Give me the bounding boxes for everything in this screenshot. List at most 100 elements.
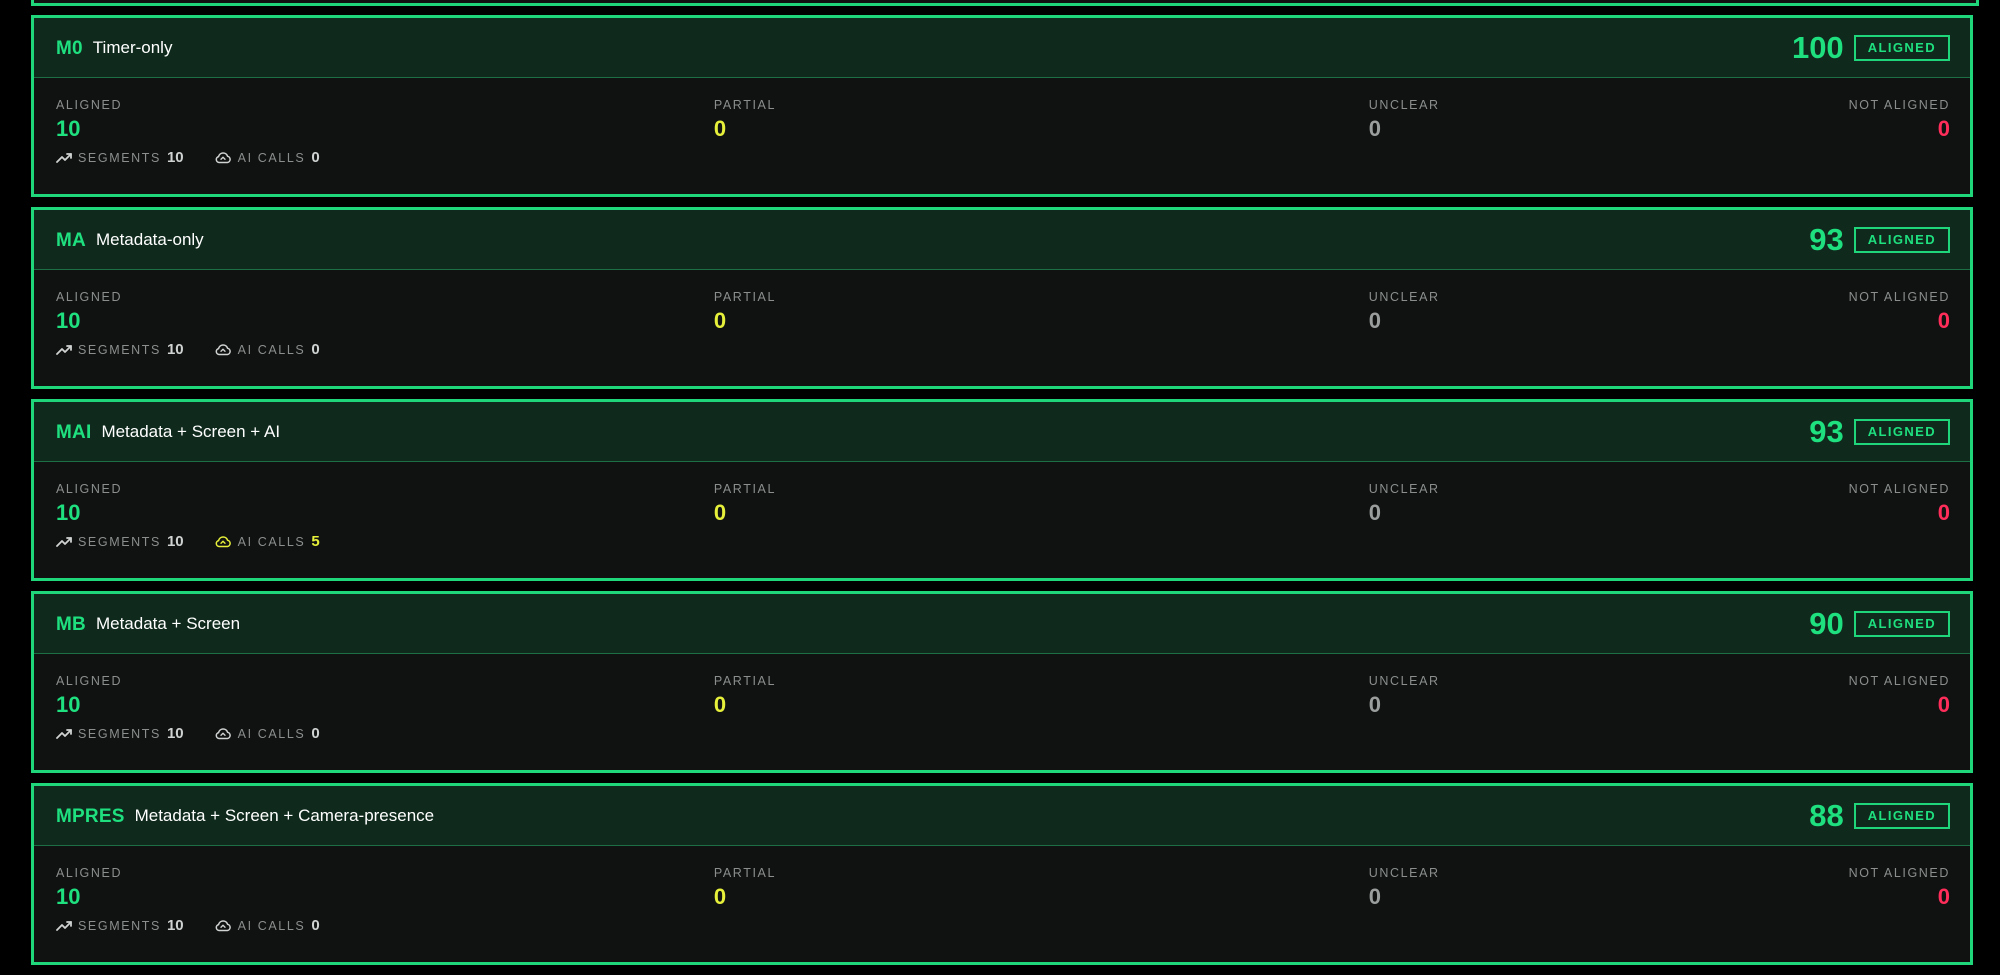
stat-label: ALIGNED — [56, 98, 123, 112]
metric-label: AI CALLS — [237, 534, 306, 549]
stat-value: 0 — [1937, 500, 1950, 525]
model-score: 93 — [1809, 413, 1844, 449]
model-score: 88 — [1809, 797, 1844, 833]
stat-label: ALIGNED — [56, 290, 123, 304]
metrics-row: SEGMENTS 10 AI CALLS 0 — [56, 917, 1950, 934]
metric-ai-calls: AI CALLS 0 — [214, 725, 320, 742]
stat-label: ALIGNED — [56, 482, 123, 496]
cloud-upload-icon — [215, 536, 231, 548]
stat-value: 0 — [1937, 308, 1950, 333]
metric-label: AI CALLS — [237, 918, 306, 933]
stat-label: NOT ALIGNED — [1848, 98, 1950, 112]
card-body: ALIGNED 10 PARTIAL 0 UNCLEAR 0 NOT ALIGN… — [34, 654, 1970, 770]
status-badge: ALIGNED — [1853, 610, 1950, 637]
metric-label: AI CALLS — [237, 726, 306, 741]
metric-label: SEGMENTS — [78, 150, 161, 165]
stat-not-aligned: NOT ALIGNED 0 — [1849, 674, 1950, 718]
model-name: Metadata + Screen — [95, 613, 241, 633]
model-name: Timer-only — [92, 37, 173, 57]
stat-value: 0 — [1937, 116, 1950, 141]
stat-aligned: ALIGNED 10 — [56, 482, 654, 526]
metric-value: 0 — [311, 149, 320, 166]
stat-partial: PARTIAL 0 — [714, 98, 1309, 142]
metric-label: SEGMENTS — [78, 918, 161, 933]
stat-label: PARTIAL — [713, 290, 777, 304]
model-card: MAI Metadata + Screen + AI 93 ALIGNED AL… — [31, 399, 1973, 581]
stat-value: 10 — [56, 884, 81, 909]
model-code: MB — [56, 613, 86, 635]
stat-value: 0 — [1368, 308, 1381, 333]
previous-card-edge — [31, 0, 1979, 6]
model-card-list: M0 Timer-only 100 ALIGNED ALIGNED 10 PAR… — [31, 15, 1973, 975]
model-score: 100 — [1791, 29, 1844, 65]
stat-label: NOT ALIGNED — [1848, 290, 1950, 304]
metrics-row: SEGMENTS 10 AI CALLS 0 — [56, 725, 1950, 742]
stat-partial: PARTIAL 0 — [714, 290, 1309, 334]
stat-value: 10 — [56, 692, 81, 717]
cloud-upload-icon — [215, 152, 231, 164]
card-body: ALIGNED 10 PARTIAL 0 UNCLEAR 0 NOT ALIGN… — [34, 846, 1970, 962]
metric-label: AI CALLS — [237, 150, 306, 165]
stat-label: UNCLEAR — [1368, 866, 1440, 880]
metrics-row: SEGMENTS 10 AI CALLS 5 — [56, 533, 1950, 550]
cloud-upload-icon — [215, 344, 231, 356]
stat-value: 0 — [1937, 884, 1950, 909]
stats-row: ALIGNED 10 PARTIAL 0 UNCLEAR 0 NOT ALIGN… — [56, 866, 1950, 910]
stat-value: 0 — [713, 500, 727, 525]
model-card: MPRES Metadata + Screen + Camera-presenc… — [31, 783, 1973, 965]
cloud-upload-icon — [215, 920, 231, 932]
stat-partial: PARTIAL 0 — [714, 674, 1309, 718]
metric-label: SEGMENTS — [78, 534, 161, 549]
stat-aligned: ALIGNED 10 — [56, 98, 654, 142]
metric-value: 10 — [166, 917, 184, 934]
metric-segments: SEGMENTS 10 — [56, 149, 184, 166]
card-body: ALIGNED 10 PARTIAL 0 UNCLEAR 0 NOT ALIGN… — [34, 78, 1970, 194]
model-code: MAI — [56, 421, 92, 443]
stat-aligned: ALIGNED 10 — [56, 866, 654, 910]
stat-label: PARTIAL — [713, 98, 777, 112]
status-badge: ALIGNED — [1853, 226, 1950, 253]
model-score: 93 — [1809, 221, 1844, 257]
stat-value: 0 — [1937, 692, 1950, 717]
stat-unclear: UNCLEAR 0 — [1369, 674, 1789, 718]
stat-value: 10 — [56, 116, 81, 141]
model-name: Metadata + Screen + Camera-presence — [134, 805, 435, 825]
metric-ai-calls: AI CALLS 5 — [214, 533, 320, 550]
metrics-row: SEGMENTS 10 AI CALLS 0 — [56, 149, 1950, 166]
metric-value: 10 — [166, 149, 184, 166]
status-badge: ALIGNED — [1853, 418, 1950, 445]
metric-ai-calls: AI CALLS 0 — [214, 149, 320, 166]
stats-row: ALIGNED 10 PARTIAL 0 UNCLEAR 0 NOT ALIGN… — [56, 482, 1950, 526]
trend-up-icon — [56, 920, 72, 931]
metric-segments: SEGMENTS 10 — [56, 725, 184, 742]
trend-up-icon — [56, 728, 72, 739]
stats-row: ALIGNED 10 PARTIAL 0 UNCLEAR 0 NOT ALIGN… — [56, 98, 1950, 142]
stat-unclear: UNCLEAR 0 — [1369, 98, 1789, 142]
metric-value: 0 — [311, 917, 320, 934]
trend-up-icon — [56, 152, 72, 163]
card-body: ALIGNED 10 PARTIAL 0 UNCLEAR 0 NOT ALIGN… — [34, 462, 1970, 578]
stat-aligned: ALIGNED 10 — [56, 674, 654, 718]
stat-value: 0 — [1368, 692, 1381, 717]
trend-up-icon — [56, 344, 72, 355]
stat-label: NOT ALIGNED — [1848, 482, 1950, 496]
stat-label: UNCLEAR — [1368, 98, 1440, 112]
stat-value: 10 — [56, 500, 81, 525]
status-badge: ALIGNED — [1853, 34, 1950, 61]
stat-label: UNCLEAR — [1368, 290, 1440, 304]
stat-aligned: ALIGNED 10 — [56, 290, 654, 334]
stats-row: ALIGNED 10 PARTIAL 0 UNCLEAR 0 NOT ALIGN… — [56, 290, 1950, 334]
metric-value: 10 — [166, 533, 184, 550]
stat-label: UNCLEAR — [1368, 482, 1440, 496]
card-header: MA Metadata-only 93 ALIGNED — [34, 210, 1970, 270]
metric-segments: SEGMENTS 10 — [56, 533, 184, 550]
card-header: M0 Timer-only 100 ALIGNED — [34, 18, 1970, 78]
cloud-upload-icon — [215, 728, 231, 740]
metric-label: AI CALLS — [237, 342, 306, 357]
stat-value: 0 — [713, 116, 727, 141]
model-score: 90 — [1809, 605, 1844, 641]
model-code: M0 — [56, 37, 83, 59]
stat-value: 0 — [1368, 500, 1381, 525]
metric-label: SEGMENTS — [78, 726, 161, 741]
stat-value: 0 — [1368, 116, 1381, 141]
